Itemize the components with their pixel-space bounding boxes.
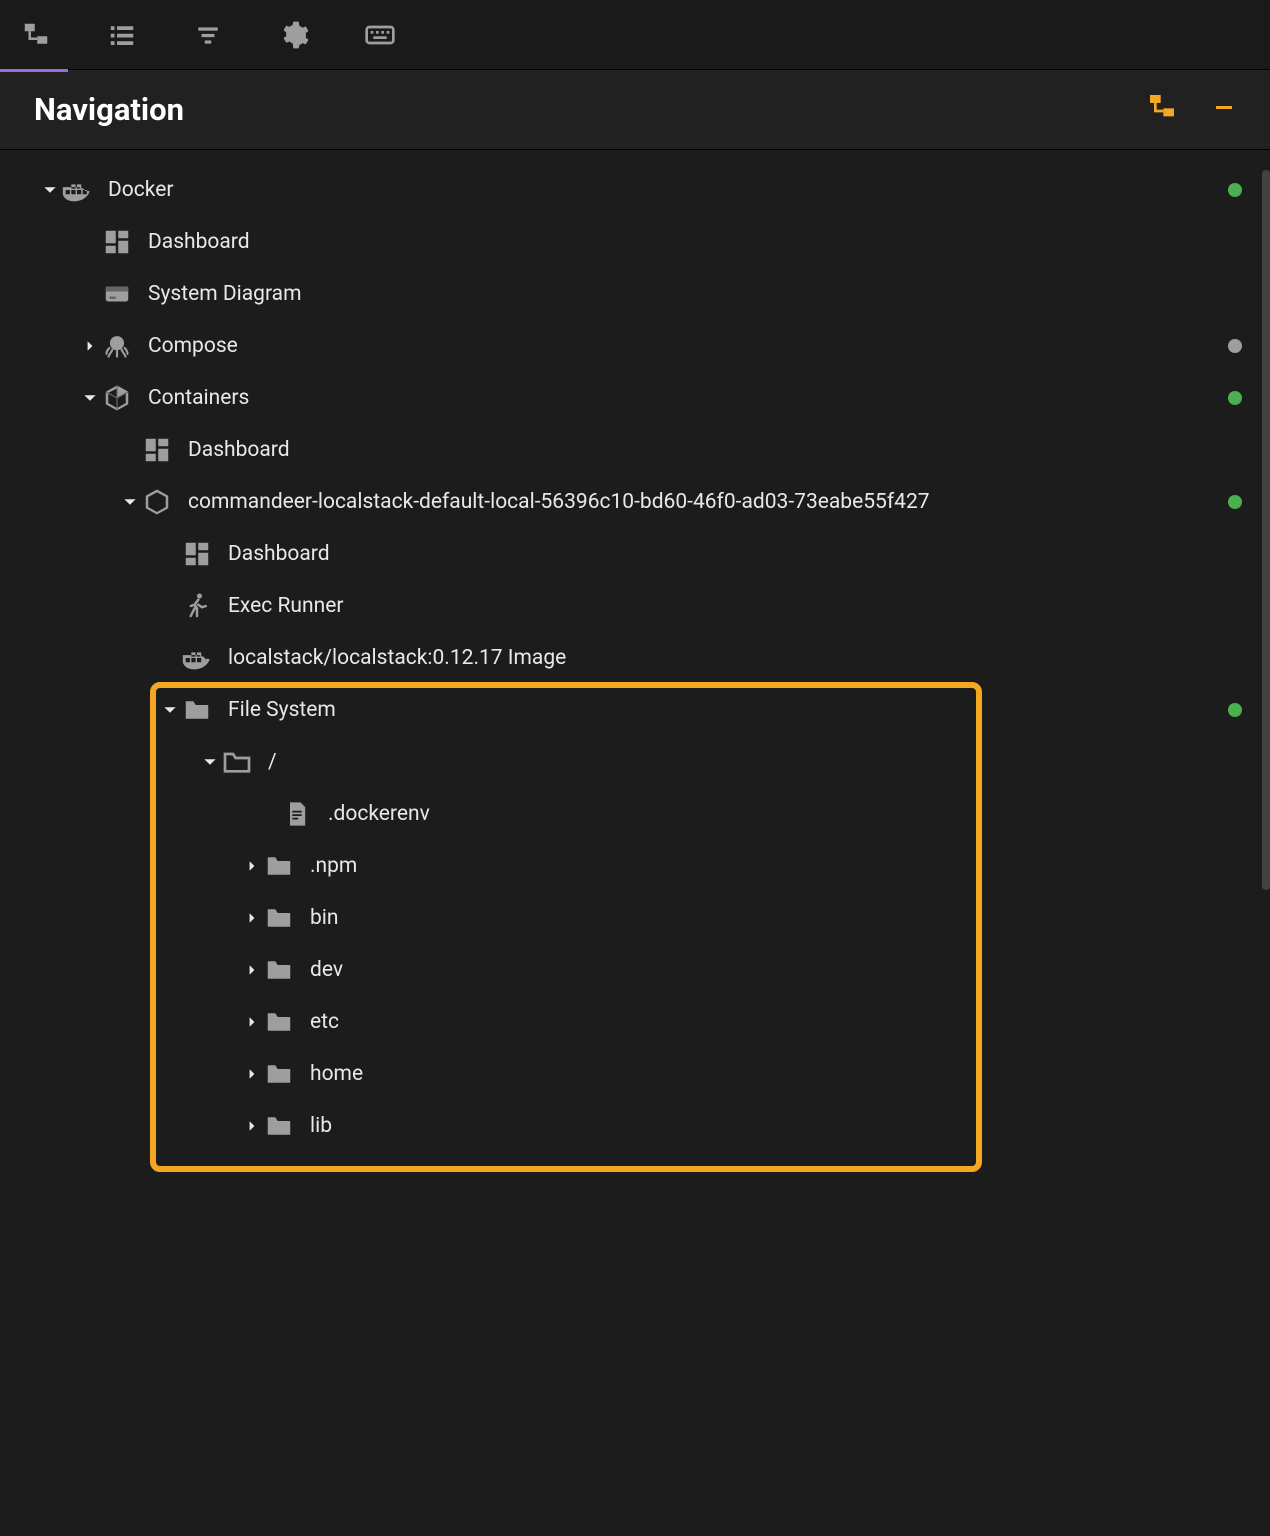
status-dot-green <box>1228 183 1242 197</box>
folder-icon <box>262 901 296 935</box>
tree-label: Compose <box>148 334 238 358</box>
tree-item-folder-etc[interactable]: etc <box>0 996 1270 1048</box>
octopus-icon <box>100 329 134 363</box>
chevron-down-icon[interactable] <box>200 755 220 769</box>
tree-label: Dashboard <box>188 438 290 462</box>
tree-item-folder-home[interactable]: home <box>0 1048 1270 1100</box>
tree-item-container-dashboard[interactable]: Dashboard <box>0 528 1270 580</box>
active-tab-indicator <box>0 69 68 72</box>
dashboard-icon <box>140 433 174 467</box>
nav-tree-icon[interactable] <box>1146 91 1178 128</box>
docker-icon <box>60 173 94 207</box>
tree-item-image[interactable]: localstack/localstack:0.12.17 Image <box>0 632 1270 684</box>
folder-outline-icon <box>220 745 254 779</box>
tree-label: commandeer-localstack-default-local-5639… <box>188 490 930 514</box>
folder-icon <box>180 693 214 727</box>
tree-item-folder-dev[interactable]: dev <box>0 944 1270 996</box>
chevron-right-icon[interactable] <box>242 1068 262 1080</box>
tree-label: File System <box>228 698 336 722</box>
tree-item-compose[interactable]: Compose <box>0 320 1270 372</box>
diagram-icon <box>100 277 134 311</box>
chevron-right-icon[interactable] <box>242 912 262 924</box>
folder-icon <box>262 1057 296 1091</box>
tree-label: Exec Runner <box>228 594 343 618</box>
status-dot-green <box>1228 495 1242 509</box>
folder-icon <box>262 849 296 883</box>
tree-tab-icon[interactable] <box>18 17 54 53</box>
tree-label: bin <box>310 906 339 930</box>
folder-icon <box>262 1005 296 1039</box>
tree-item-container-instance[interactable]: commandeer-localstack-default-local-5639… <box>0 476 1270 528</box>
chevron-right-icon[interactable] <box>242 1016 262 1028</box>
chevron-down-icon[interactable] <box>40 183 60 197</box>
cube-icon <box>140 485 174 519</box>
tree-label: / <box>268 750 277 774</box>
tree-label: home <box>310 1062 363 1086</box>
chevron-right-icon[interactable] <box>80 340 100 352</box>
tree-item-containers-dashboard[interactable]: Dashboard <box>0 424 1270 476</box>
tree-label: .dockerenv <box>328 802 430 826</box>
tree-item-containers[interactable]: Containers <box>0 372 1270 424</box>
tree-label: Dashboard <box>148 230 250 254</box>
chevron-down-icon[interactable] <box>160 703 180 717</box>
tree-label: Containers <box>148 386 249 410</box>
chevron-right-icon[interactable] <box>242 860 262 872</box>
navigation-tree: Docker Dashboard System Diagram Compose <box>0 150 1270 1536</box>
tree-label: Docker <box>108 178 173 202</box>
status-dot-green <box>1228 391 1242 405</box>
dashboard-icon <box>180 537 214 571</box>
tree-label: etc <box>310 1010 339 1034</box>
chevron-right-icon[interactable] <box>242 964 262 976</box>
tree-item-root-folder[interactable]: / <box>0 736 1270 788</box>
navigation-header-actions <box>1146 91 1236 128</box>
keyboard-tab-icon[interactable] <box>362 17 398 53</box>
tree-item-dashboard[interactable]: Dashboard <box>0 216 1270 268</box>
navigation-title: Navigation <box>34 91 184 128</box>
chevron-right-icon[interactable] <box>242 1120 262 1132</box>
dashboard-icon <box>100 225 134 259</box>
top-toolbar <box>0 0 1270 70</box>
tree-item-folder-lib[interactable]: lib <box>0 1100 1270 1152</box>
tree-label: lib <box>310 1114 332 1138</box>
tree-item-folder-bin[interactable]: bin <box>0 892 1270 944</box>
folder-icon <box>262 1109 296 1143</box>
tree-item-folder-npm[interactable]: .npm <box>0 840 1270 892</box>
tree-label: Dashboard <box>228 542 330 566</box>
chevron-down-icon[interactable] <box>80 391 100 405</box>
folder-icon <box>262 953 296 987</box>
tree-label: System Diagram <box>148 282 302 306</box>
file-icon <box>280 797 314 831</box>
tree-label: dev <box>310 958 343 982</box>
tree-item-docker[interactable]: Docker <box>0 164 1270 216</box>
tree-item-exec-runner[interactable]: Exec Runner <box>0 580 1270 632</box>
minimize-icon[interactable] <box>1212 95 1236 124</box>
status-dot-gray <box>1228 339 1242 353</box>
tree-item-system-diagram[interactable]: System Diagram <box>0 268 1270 320</box>
filter-tab-icon[interactable] <box>190 17 226 53</box>
tree-item-file-dockerenv[interactable]: .dockerenv <box>0 788 1270 840</box>
cube-icon <box>100 381 134 415</box>
tree-label: .npm <box>310 854 357 878</box>
chevron-down-icon[interactable] <box>120 495 140 509</box>
tree-item-file-system[interactable]: File System <box>0 684 1270 736</box>
status-dot-green <box>1228 703 1242 717</box>
tree-label: localstack/localstack:0.12.17 Image <box>228 646 566 670</box>
docker-icon <box>180 641 214 675</box>
list-tab-icon[interactable] <box>104 17 140 53</box>
navigation-header: Navigation <box>0 70 1270 150</box>
settings-tab-icon[interactable] <box>276 17 312 53</box>
runner-icon <box>180 589 214 623</box>
scrollbar-thumb[interactable] <box>1262 170 1270 890</box>
